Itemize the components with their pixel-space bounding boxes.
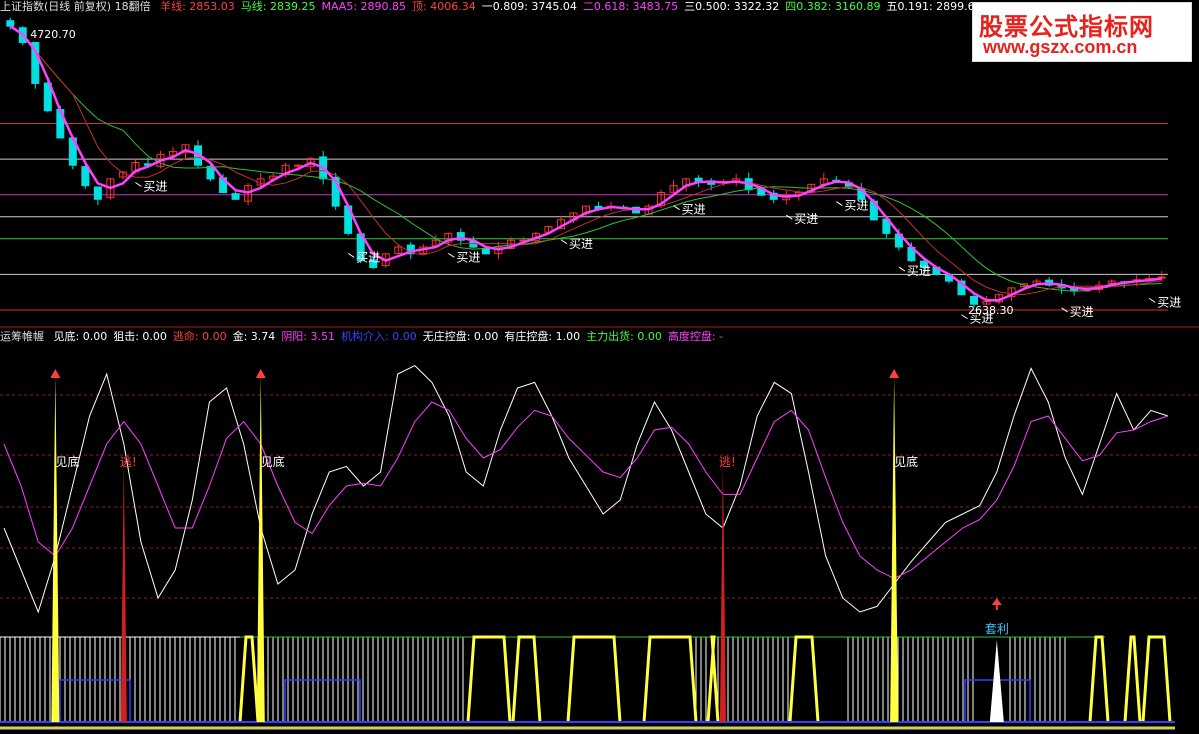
high-price-label: 4720.70 — [30, 28, 76, 41]
top-legend-item: 羊线: 2853.03 — [160, 0, 235, 13]
arbitrage-arrow-icon — [991, 598, 1002, 605]
low-price-label: 2638.30 — [968, 304, 1014, 317]
indicator-legend-item: 逃命: 0.00 — [172, 330, 227, 343]
bottom-signal-spike — [51, 375, 60, 722]
escape-signal-spike — [719, 462, 726, 722]
buy-signal-arrow — [898, 266, 906, 272]
buy-signal-label: 买进 — [907, 264, 931, 278]
candle-body — [93, 186, 102, 200]
bottom-signal-arrow-icon — [889, 369, 900, 378]
watermark-url: www.gszx.com.cn — [983, 37, 1138, 57]
ma-red-line — [9, 25, 1162, 296]
maa5-line — [9, 25, 1162, 302]
buy-signal-label: 买进 — [682, 203, 706, 217]
site-watermark: 股票公式指标网 www.gszx.com.cn — [972, 2, 1192, 62]
yellow-plateau — [1088, 635, 1110, 723]
candle-body — [231, 193, 240, 200]
yellow-plateau — [1123, 635, 1142, 723]
yellow-plateau — [642, 635, 698, 723]
buy-signal-arrow — [836, 201, 843, 207]
top-legend-item: 三0.500: 3322.32 — [684, 0, 780, 13]
bottom-signal-arrow-icon — [255, 369, 266, 378]
yellow-plateau — [566, 635, 622, 723]
buy-signal-label: 买进 — [456, 250, 480, 264]
top-legend-title: 上证指数(日线 前复权) 18翻倍 — [0, 0, 151, 13]
candle-body — [294, 164, 303, 167]
buy-signal-label: 买进 — [1157, 295, 1181, 309]
top-legend-item: 四0.382: 3160.89 — [785, 0, 881, 13]
buy-signal-arrow — [560, 239, 568, 245]
bottom-signal-label: 见底 — [261, 454, 285, 469]
buy-signal-arrow — [347, 252, 355, 258]
indicator-legend-item: 主力出货: 0.00 — [586, 330, 662, 343]
indicator-legend-item: 机构介入: 0.00 — [341, 330, 417, 343]
top-legend-item: MAA5: 2890.85 — [321, 0, 407, 13]
buy-signal-arrow — [785, 214, 793, 220]
bottom-signal-label: 见底 — [55, 454, 79, 469]
candle-body — [81, 166, 90, 187]
buy-signal-label: 买进 — [794, 212, 818, 226]
indicator-line-阴阳 — [3, 401, 1169, 579]
indicator-legend-item: 金: 3.74 — [232, 330, 276, 343]
arbitrage-signal-spike — [989, 640, 1004, 722]
candle-body — [6, 20, 15, 27]
buy-signal-label: 买进 — [356, 250, 380, 264]
bottom-signal-label: 见底 — [894, 454, 918, 469]
yellow-plateau — [511, 635, 542, 723]
top-legend-items: 羊线: 2853.03 马线: 2839.25 MAA5: 2890.85 顶: 40… — [160, 0, 988, 13]
candle-body — [206, 165, 215, 180]
bottom-signal-arrow-icon — [50, 369, 61, 378]
escape-signal-label: 逃! — [120, 455, 137, 469]
indicator-legend-item: 有庄控盘: 1.00 — [504, 330, 581, 343]
buy-signal-arrow — [673, 205, 680, 211]
buy-signal-label: 买进 — [569, 237, 593, 251]
top-legend-item: 五0.191: 2899.60 — [886, 0, 982, 13]
top-legend-item: 二0.618: 3483.75 — [582, 0, 679, 13]
chart-canvas: 4720.70买进买进 买进买进买进买进买进买进买进 买进买进2638.30见底 逃!… — [0, 17, 1199, 730]
indicator-legend: 运筹帷幄 见底: 0.00 狙击: 0.00 逃命: 0.00 金: 3.74 阴阳: … — [0, 330, 1199, 344]
buy-signal-arrow — [448, 252, 455, 258]
yellow-plateau — [466, 635, 512, 723]
escape-signal-spike — [120, 462, 127, 722]
yellow-plateau — [238, 635, 260, 723]
candle-body — [481, 248, 490, 255]
indicator-items: 见底: 0.00 狙击: 0.00 逃命: 0.00 金: 3.74 阴阳: 3.51 机… — [54, 330, 730, 343]
indicator-legend-item: 狙击: 0.00 — [113, 330, 167, 343]
bottom-signal-spike — [256, 375, 265, 722]
top-legend-item: 马线: 2839.25 — [240, 0, 316, 13]
buy-signal-arrow — [1148, 297, 1156, 303]
top-legend-item: 一0.809: 3745.04 — [481, 0, 577, 13]
buy-signal-arrow — [961, 314, 968, 320]
escape-signal-label: 逃! — [719, 455, 736, 469]
indicator-legend-item: 无庄控盘: 0.00 — [422, 330, 499, 343]
indicator-line-金 — [3, 364, 1169, 614]
indicator-title: 运筹帷幄 — [0, 330, 44, 343]
top-legend-item: 顶: 4006.34 — [412, 0, 476, 13]
yellow-plateau — [1141, 635, 1172, 723]
indicator-legend-item: 阴阳: 3.51 — [281, 330, 336, 343]
buy-signal-label: 买进 — [1070, 305, 1094, 319]
indicator-legend-item: 高度控盘: - — [667, 330, 723, 343]
indicator-legend-item: 见底: 0.00 — [53, 330, 108, 343]
buy-signal-label: 买进 — [844, 199, 868, 213]
buy-signal-arrow — [135, 182, 142, 187]
arbitrage-signal-label: 套利 — [985, 622, 1009, 636]
yellow-plateau — [706, 635, 720, 723]
buy-signal-label: 买进 — [143, 180, 167, 194]
yellow-plateau — [788, 635, 820, 723]
